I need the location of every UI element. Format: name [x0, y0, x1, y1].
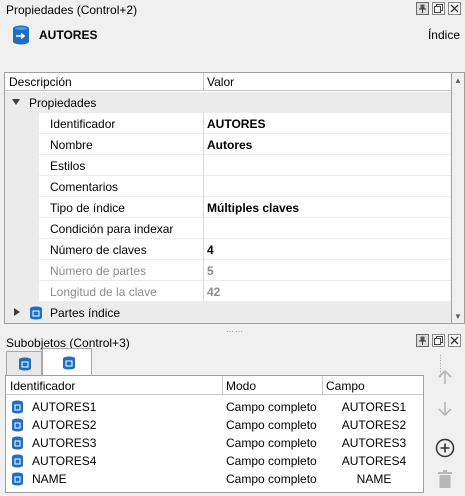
group-label: Propiedades [29, 96, 97, 110]
tab-table[interactable] [6, 351, 42, 375]
mode-cell: Campo completo [226, 454, 317, 468]
property-row-disabled: Longitud de la clave 42 [5, 281, 451, 302]
list-item[interactable]: AUTORES2 Campo completo AUTORES2 [6, 416, 423, 434]
column-header-field[interactable]: Campo [326, 379, 365, 393]
add-circle-icon [435, 438, 455, 461]
arrow-down-icon [436, 400, 454, 421]
pin-icon[interactable] [416, 334, 429, 347]
scroll-down-icon[interactable]: ▼ [454, 312, 462, 321]
collapsed-arrow-icon[interactable] [14, 308, 20, 316]
property-grid-scrollbar[interactable]: ▲ ▼ [452, 72, 465, 324]
list-item[interactable]: AUTORES4 Campo completo AUTORES4 [6, 452, 423, 470]
entity-type: Índice [427, 28, 460, 42]
list-item[interactable]: AUTORES1 Campo completo AUTORES1 [6, 398, 423, 416]
delete-button[interactable] [431, 466, 459, 494]
trash-icon [437, 469, 453, 491]
mode-cell: Campo completo [226, 418, 317, 432]
move-down-button[interactable] [431, 396, 459, 424]
column-header-mode[interactable]: Modo [226, 379, 256, 393]
property-row[interactable]: Condición para indexar [5, 218, 451, 239]
mode-cell: Campo completo [226, 436, 317, 450]
index-icon [12, 25, 30, 45]
index-part-icon [11, 454, 24, 468]
pin-icon[interactable] [416, 2, 429, 15]
panel-splitter[interactable]: ⋯⋯ [226, 327, 244, 336]
property-label: Tipo de índice [50, 201, 125, 215]
mode-cell: Campo completo [226, 472, 317, 486]
identifier-cell: AUTORES3 [32, 436, 97, 450]
property-label: Nombre [50, 138, 93, 152]
group-label: Partes índice [50, 306, 121, 320]
index-icon [29, 306, 43, 320]
subobjects-list: Identificador Modo Campo AUTORES1 Campo … [5, 375, 424, 493]
index-part-icon [11, 400, 24, 414]
property-row[interactable]: Estilos [5, 155, 451, 176]
list-item[interactable]: AUTORES3 Campo completo AUTORES3 [6, 434, 423, 452]
property-value[interactable]: AUTORES [207, 117, 265, 131]
property-grid: Descripción Valor Propiedades Identifica… [4, 72, 452, 324]
property-value[interactable]: Autores [207, 138, 252, 152]
property-row[interactable]: Número de claves 4 [5, 239, 451, 260]
index-part-icon [11, 418, 24, 432]
property-value: 42 [207, 285, 221, 299]
property-label: Número de claves [50, 243, 147, 257]
subobjects-list-header: Identificador Modo Campo [6, 376, 423, 395]
field-cell: AUTORES2 [341, 418, 407, 432]
group-row-properties[interactable]: Propiedades [5, 92, 451, 113]
property-row-disabled: Número de partes 5 [5, 260, 451, 281]
close-icon[interactable] [448, 334, 461, 347]
arrow-up-icon [436, 368, 454, 389]
property-value: 5 [207, 264, 214, 278]
property-row[interactable]: Identificador AUTORES [5, 113, 451, 134]
property-label: Condición para indexar [50, 222, 174, 236]
property-label: Identificador [50, 117, 116, 131]
field-cell: AUTORES3 [341, 436, 407, 450]
identifier-cell: AUTORES2 [32, 418, 97, 432]
group-row-index-parts[interactable]: Partes índice [5, 302, 451, 323]
property-label: Longitud de la clave [50, 285, 157, 299]
identifier-cell: AUTORES4 [32, 454, 97, 468]
index-icon [62, 356, 76, 373]
column-header-identifier[interactable]: Identificador [10, 379, 75, 393]
table-icon [18, 357, 32, 374]
property-value[interactable]: 4 [207, 243, 214, 257]
property-row[interactable]: Tipo de índice Múltiples claves [5, 197, 451, 218]
field-cell: AUTORES4 [341, 454, 407, 468]
restore-icon[interactable] [432, 2, 445, 15]
identifier-cell: AUTORES1 [32, 400, 97, 414]
column-header-description[interactable]: Descripción [9, 75, 72, 89]
scroll-up-icon[interactable]: ▲ [454, 76, 462, 85]
index-part-icon [11, 472, 24, 486]
property-value[interactable]: Múltiples claves [207, 201, 299, 215]
property-row[interactable]: Comentarios [5, 176, 451, 197]
property-label: Comentarios [50, 180, 119, 194]
restore-icon[interactable] [432, 334, 445, 347]
entity-name: AUTORES [39, 28, 98, 42]
field-cell: NAME [356, 472, 392, 486]
property-row[interactable]: Nombre Autores [5, 134, 451, 155]
field-cell: AUTORES1 [341, 400, 407, 414]
list-item[interactable]: NAME Campo completo NAME [6, 470, 423, 488]
expanded-arrow-icon[interactable] [12, 99, 20, 105]
close-icon[interactable] [448, 2, 461, 15]
identifier-cell: NAME [32, 472, 67, 486]
column-header-value[interactable]: Valor [207, 75, 234, 89]
index-part-icon [11, 436, 24, 450]
properties-panel-title: Propiedades (Control+2) [6, 3, 138, 17]
mode-cell: Campo completo [226, 400, 317, 414]
tab-index[interactable] [42, 348, 92, 375]
property-label: Número de partes [50, 264, 147, 278]
property-label: Estilos [50, 159, 86, 173]
move-up-button[interactable] [431, 364, 459, 392]
property-grid-header: Descripción Valor [5, 73, 451, 91]
add-button[interactable] [431, 435, 459, 463]
